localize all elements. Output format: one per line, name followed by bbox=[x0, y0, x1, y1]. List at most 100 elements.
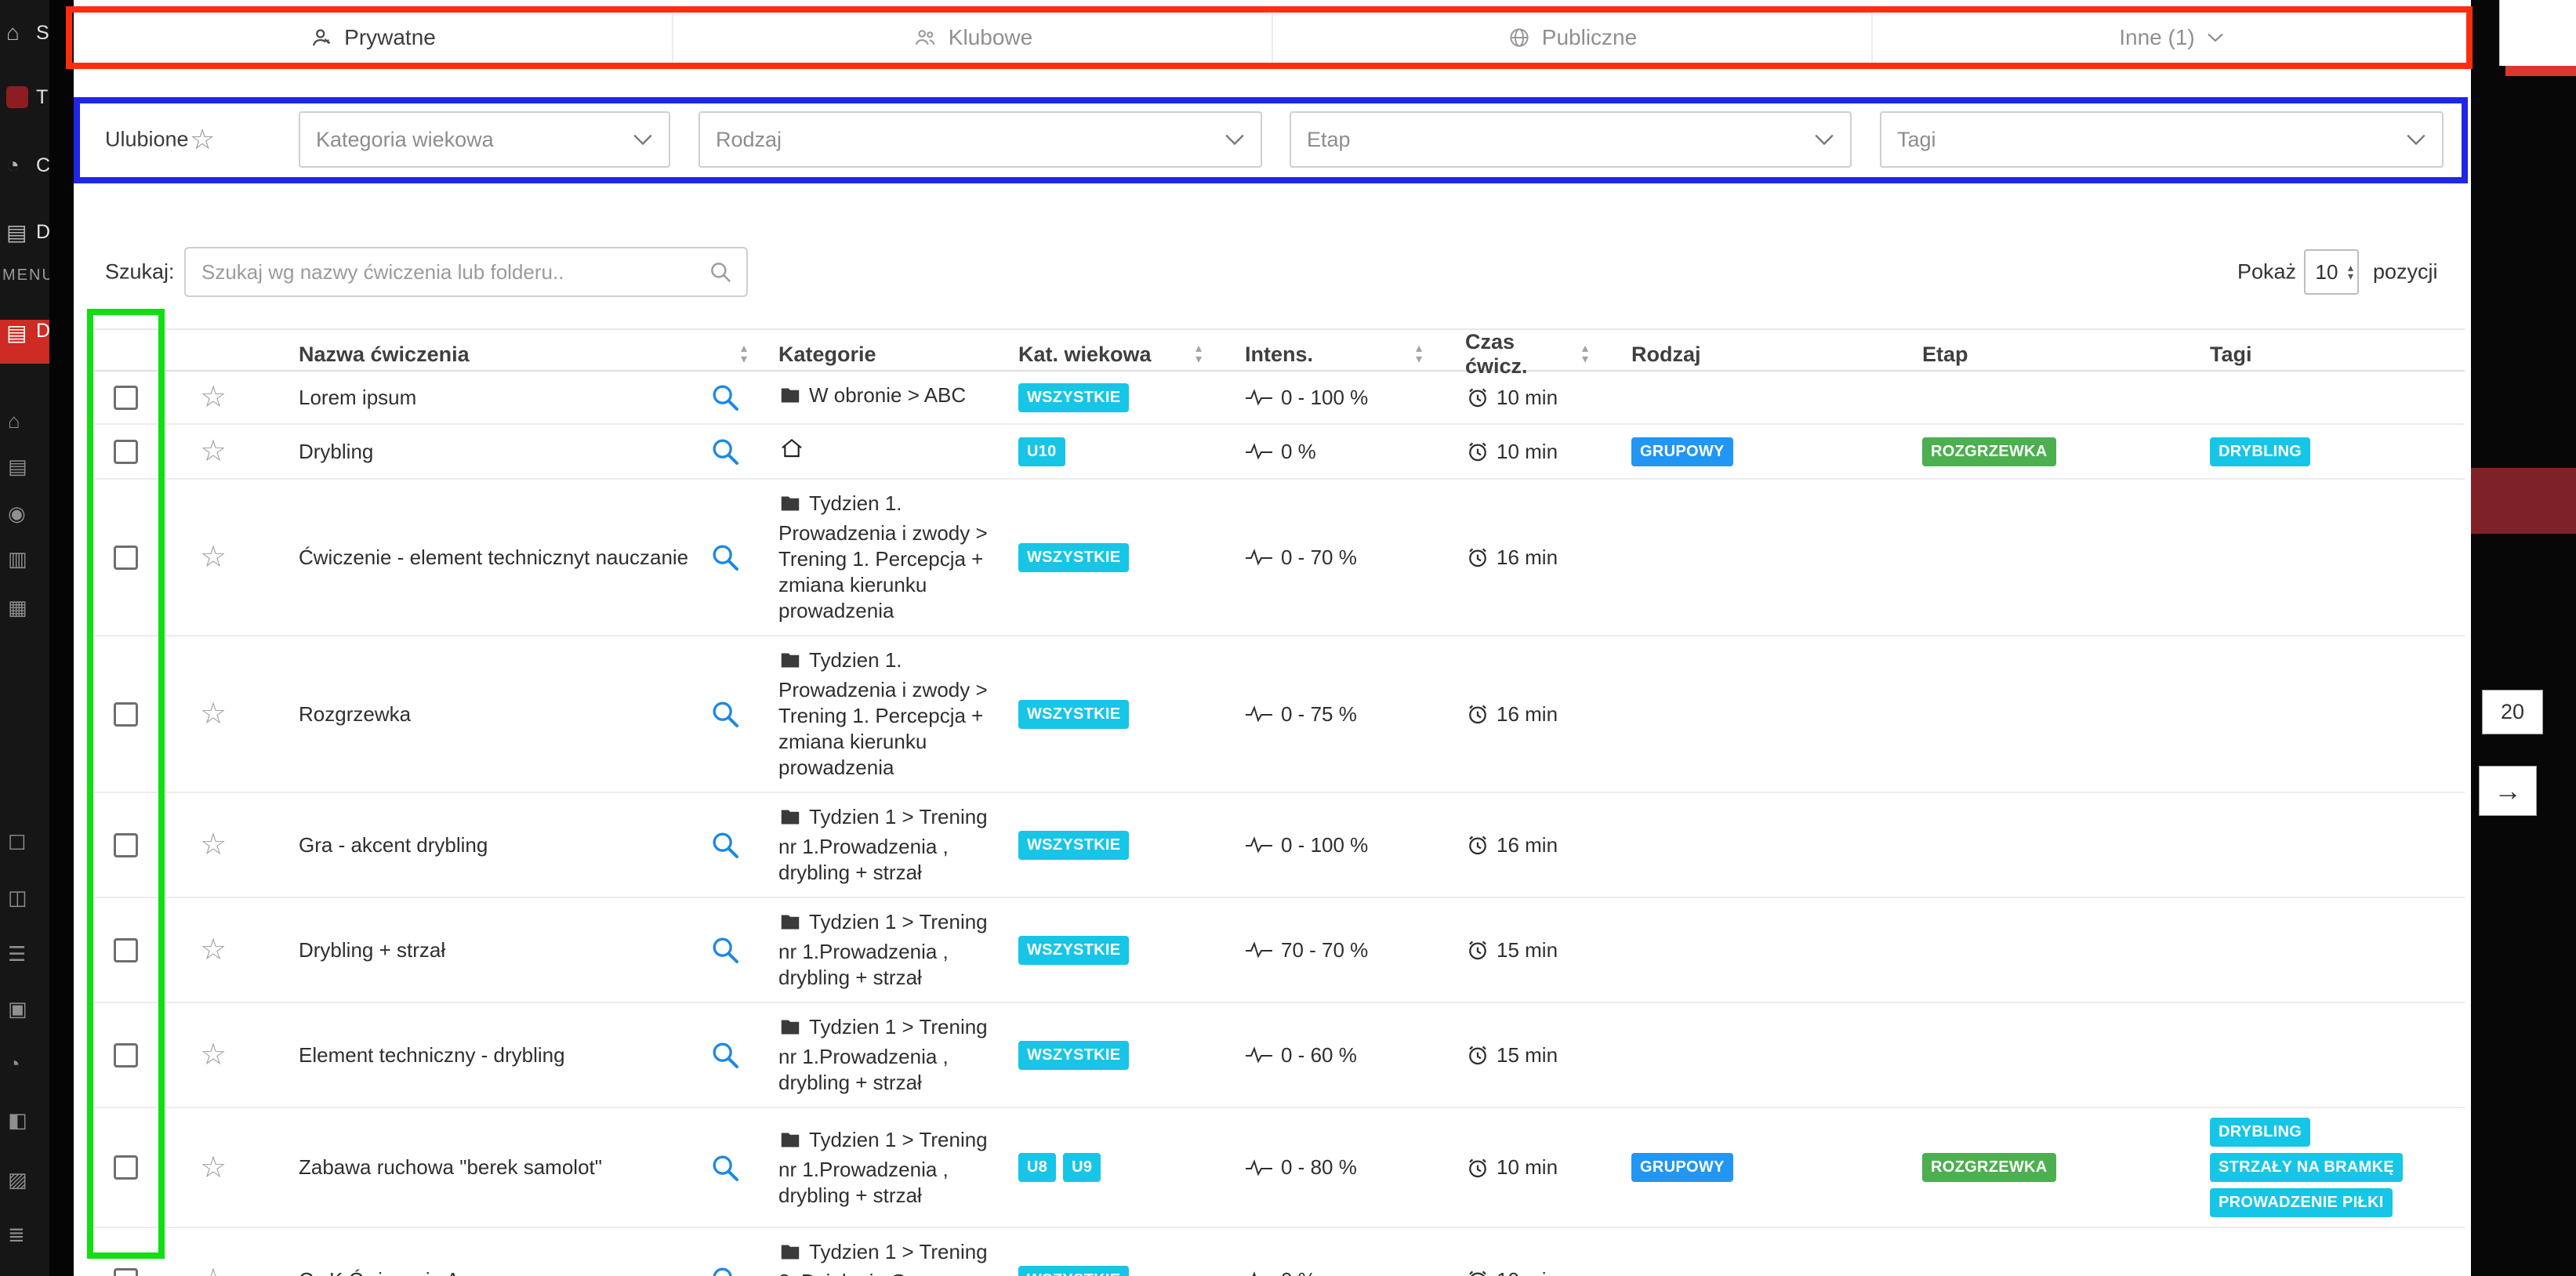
row-checkbox[interactable] bbox=[114, 546, 138, 570]
sidebar-item[interactable]: T bbox=[0, 75, 49, 119]
chevron-down-icon bbox=[2406, 133, 2426, 146]
header-czas-cwicz[interactable]: Czas ćwicz. ▴▾ bbox=[1465, 330, 1631, 379]
sidebar-active-item[interactable]: ▤ D bbox=[0, 320, 49, 364]
preview-zoom-icon[interactable] bbox=[709, 934, 778, 966]
preview-zoom-icon[interactable] bbox=[709, 829, 778, 861]
favorite-star-icon[interactable]: ☆ bbox=[200, 437, 227, 466]
rodzaj-badge: GRUPOWY bbox=[1631, 437, 1733, 466]
sidebar-icon[interactable]: ≣ bbox=[8, 1223, 25, 1247]
intensity-cell: 70 - 70 % bbox=[1245, 938, 1465, 962]
age-badge: WSZYSTKIE bbox=[1018, 936, 1129, 965]
header-rodzaj: Rodzaj bbox=[1631, 343, 1922, 367]
header-kat-wiekowa[interactable]: Kat. wiekowa ▴▾ bbox=[1018, 343, 1245, 367]
exercise-name: Cz.K Ćwiczenie A bbox=[299, 1268, 459, 1276]
sidebar-icon[interactable]: ▨ bbox=[8, 1168, 27, 1192]
intensity-pulse-icon bbox=[1245, 941, 1273, 959]
header-nazwa-cwiczenia[interactable]: Nazwa ćwiczenia ▴▾ bbox=[263, 343, 778, 367]
tab-klubowe[interactable]: Klubowe bbox=[672, 6, 1272, 69]
sidebar-icon[interactable]: ▥ bbox=[8, 547, 27, 571]
age-category-cell: U8U9 bbox=[1018, 1153, 1245, 1182]
sidebar-icon[interactable]: ⌂ bbox=[8, 409, 20, 433]
exercise-name: Ćwiczenie - element technicznyt nauczani… bbox=[299, 546, 688, 570]
duration-value: 15 min bbox=[1497, 1043, 1558, 1068]
dropdown-kategoria-wiekowa[interactable]: Kategoria wiekowa bbox=[299, 111, 670, 168]
sidebar-item[interactable]: ◔ C bbox=[0, 143, 49, 187]
favorite-star-icon[interactable]: ☆ bbox=[200, 1153, 227, 1183]
sort-icon[interactable]: ▴▾ bbox=[1195, 343, 1202, 365]
folder-icon bbox=[778, 912, 802, 939]
category-path: Tydzien 1. Prowadzenia i zwody > Trening… bbox=[778, 648, 988, 779]
table-row: ☆ Cz.K Ćwiczenie A Tydzien 1 > Trening 2… bbox=[87, 1228, 2465, 1276]
row-checkbox[interactable] bbox=[114, 702, 138, 727]
tags-cell bbox=[2210, 1046, 2465, 1064]
favorite-star-icon[interactable]: ☆ bbox=[200, 699, 227, 729]
row-checkbox[interactable] bbox=[114, 1268, 138, 1276]
preview-zoom-icon[interactable] bbox=[709, 698, 778, 730]
preview-zoom-icon[interactable] bbox=[709, 542, 778, 573]
row-checkbox[interactable] bbox=[114, 833, 138, 857]
sidebar-icon[interactable]: ◔ bbox=[8, 1052, 20, 1076]
tags-cell bbox=[2210, 1271, 2465, 1276]
tab-publiczne[interactable]: Publiczne bbox=[1272, 6, 1871, 69]
next-arrow-button[interactable]: → bbox=[2479, 766, 2537, 816]
spinner-arrows-icon[interactable]: ▴▾ bbox=[2348, 263, 2353, 281]
age-category-cell: WSZYSTKIE bbox=[1018, 1041, 1245, 1070]
sidebar-icon[interactable]: ☐ bbox=[8, 831, 26, 855]
tab-label: Klubowe bbox=[949, 25, 1032, 50]
favorite-star-icon[interactable]: ☆ bbox=[200, 830, 227, 860]
sort-icon[interactable]: ▴▾ bbox=[741, 343, 747, 365]
age-category-cell: WSZYSTKIE bbox=[1018, 700, 1245, 729]
header-intens[interactable]: Intens. ▴▾ bbox=[1245, 343, 1465, 367]
preview-zoom-icon[interactable] bbox=[709, 1264, 778, 1276]
age-category-cell: WSZYSTKIE bbox=[1018, 1266, 1245, 1276]
preview-zoom-icon[interactable] bbox=[709, 1039, 778, 1071]
sidebar-icon[interactable]: ◫ bbox=[8, 886, 27, 910]
sidebar-icon[interactable]: ▤ bbox=[8, 455, 27, 479]
tab-label: Prywatne bbox=[344, 25, 436, 50]
dropdown-tagi[interactable]: Tagi bbox=[1880, 111, 2444, 168]
tab-label: Inne (1) bbox=[2119, 25, 2195, 50]
sidebar-item[interactable]: ▤ D bbox=[0, 210, 49, 254]
page-size-spinner[interactable]: 10 ▴▾ bbox=[2304, 249, 2359, 295]
favorite-star-icon[interactable]: ☆ bbox=[200, 1265, 227, 1276]
favorite-star-icon[interactable]: ☆ bbox=[200, 382, 227, 412]
row-checkbox[interactable] bbox=[114, 1155, 138, 1180]
age-category-cell: WSZYSTKIE bbox=[1018, 831, 1245, 860]
row-checkbox[interactable] bbox=[114, 386, 138, 410]
intensity-cell: 0 - 80 % bbox=[1245, 1155, 1465, 1180]
sidebar-icon[interactable]: ◉ bbox=[8, 502, 26, 526]
dropdown-etap[interactable]: Etap bbox=[1290, 111, 1852, 168]
preview-zoom-icon[interactable] bbox=[709, 436, 778, 467]
age-category-cell: WSZYSTKIE bbox=[1018, 936, 1245, 965]
category-cell: Tydzien 1 > Trening nr 1.Prowadzenia , d… bbox=[778, 898, 1018, 1002]
dropdown-rodzaj[interactable]: Rodzaj bbox=[698, 111, 1262, 168]
sidebar-icon[interactable]: ◧ bbox=[8, 1108, 27, 1133]
sidebar-icon[interactable]: ☰ bbox=[8, 942, 26, 966]
tab-inne[interactable]: Inne (1) bbox=[1871, 6, 2471, 69]
sidebar-item[interactable]: ⌂ S bbox=[0, 11, 49, 55]
row-checkbox[interactable] bbox=[114, 1043, 138, 1068]
chevron-down-icon bbox=[1225, 133, 1245, 146]
duration-value: 16 min bbox=[1497, 702, 1558, 727]
intensity-pulse-icon bbox=[1245, 549, 1273, 566]
row-checkbox[interactable] bbox=[114, 938, 138, 962]
duration-cell: 15 min bbox=[1465, 937, 1631, 962]
sort-icon[interactable]: ▴▾ bbox=[1582, 343, 1588, 365]
preview-zoom-icon[interactable] bbox=[709, 382, 778, 413]
background-panel-fragment bbox=[2499, 0, 2576, 66]
favorite-star-icon[interactable]: ☆ bbox=[200, 935, 227, 965]
favorite-star-icon[interactable]: ☆ bbox=[200, 1040, 227, 1070]
age-badge: WSZYSTKIE bbox=[1018, 700, 1129, 729]
tab-prywatne[interactable]: Prywatne bbox=[74, 6, 672, 69]
preview-zoom-icon[interactable] bbox=[709, 1152, 778, 1184]
search-input[interactable] bbox=[186, 248, 707, 295]
folder-icon bbox=[778, 650, 802, 677]
sidebar-icon[interactable]: ▦ bbox=[8, 596, 27, 620]
row-checkbox[interactable] bbox=[114, 440, 138, 464]
intensity-cell: 0 - 100 % bbox=[1245, 833, 1465, 857]
favorite-star-icon[interactable]: ☆ bbox=[200, 542, 227, 572]
favorites-star-icon[interactable]: ☆ bbox=[190, 123, 215, 156]
sort-icon[interactable]: ▴▾ bbox=[1416, 343, 1422, 365]
background-red-bar bbox=[2505, 66, 2576, 76]
sidebar-icon[interactable]: ▣ bbox=[8, 997, 27, 1021]
